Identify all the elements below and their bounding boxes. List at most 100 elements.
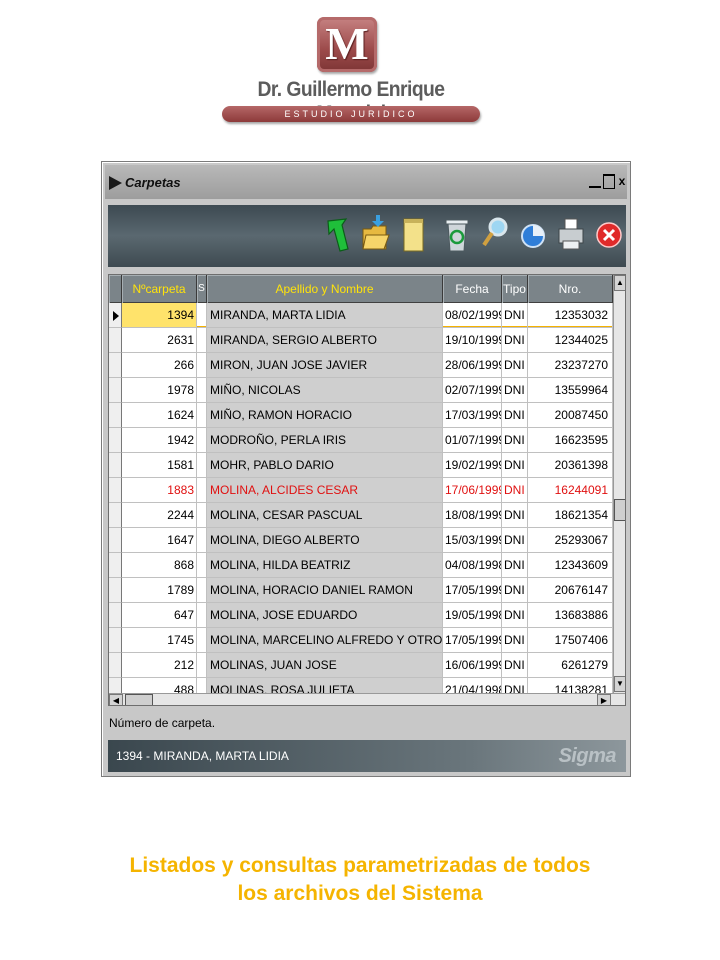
cell-apellido: MOLINAS, ROSA JULIETA (207, 678, 443, 693)
window-arrow-icon (109, 176, 122, 190)
cell-fecha: 01/07/1999 (443, 428, 502, 453)
scroll-left-icon[interactable]: ◀ (109, 694, 123, 705)
cell-numero: 488 (122, 678, 197, 693)
horizontal-scrollbar[interactable]: ◀ ▶ (109, 693, 625, 705)
logo-subtitle: ESTUDIO JURIDICO (222, 106, 480, 122)
cell-numero: 1624 (122, 403, 197, 428)
cell-s (197, 428, 207, 453)
scroll-down-icon[interactable]: ▼ (614, 676, 625, 692)
row-indicator (109, 678, 122, 693)
table-row[interactable]: 2631 MIRANDA, SERGIO ALBERTO 19/10/1999 DNI… (109, 328, 613, 353)
cell-fecha: 02/07/1999 (443, 378, 502, 403)
cell-documento: 12353032 (528, 303, 613, 328)
table-row[interactable]: 1624 MIÑO, RAMON HORACIO 17/03/1999 DNI 2008… (109, 403, 613, 428)
row-indicator (109, 378, 122, 403)
carpetas-grid[interactable]: Nºcarpeta S Apellido y Nombre Fecha Tipo… (108, 274, 626, 706)
maximize-button[interactable] (603, 174, 615, 189)
cell-fecha: 19/02/1999 (443, 453, 502, 478)
row-indicator (109, 403, 122, 428)
table-row[interactable]: 488 MOLINAS, ROSA JULIETA 21/04/1998 DNI 141… (109, 678, 613, 693)
cell-numero: 2631 (122, 328, 197, 353)
caption-line-1: Listados y consultas parametrizadas de t… (129, 854, 591, 877)
title-bar[interactable]: Carpetas x (105, 165, 627, 199)
go-arrow-icon[interactable] (322, 211, 352, 259)
table-row[interactable]: 1942 MODROÑO, PERLA IRIS 01/07/1999 DNI 1662… (109, 428, 613, 453)
cell-fecha: 17/05/1999 (443, 578, 502, 603)
cell-tipo: DNI (502, 353, 528, 378)
table-row[interactable]: 1883 MOLINA, ALCIDES CESAR 17/06/1999 DNI 16… (109, 478, 613, 503)
header-documento[interactable]: Nro. Documento (528, 275, 613, 324)
table-row[interactable]: 1789 MOLINA, HORACIO DANIEL RAMON 17/05/19… (109, 578, 613, 603)
horizontal-scroll-thumb[interactable] (125, 694, 153, 705)
row-indicator (109, 303, 122, 328)
table-row[interactable]: 1647 MOLINA, DIEGO ALBERTO 15/03/1999 DNI 25… (109, 528, 613, 553)
cell-s (197, 403, 207, 428)
row-indicator (109, 653, 122, 678)
row-indicator (109, 553, 122, 578)
cell-numero: 266 (122, 353, 197, 378)
cell-fecha: 17/06/1999 (443, 478, 502, 503)
cell-apellido: MODROÑO, PERLA IRIS (207, 428, 443, 453)
printer-icon[interactable] (556, 211, 586, 259)
cell-s (197, 578, 207, 603)
cell-tipo: DNI (502, 503, 528, 528)
cell-fecha: 21/04/1998 (443, 678, 502, 693)
table-row[interactable]: 212 MOLINAS, JUAN JOSE 16/06/1999 DNI 626127… (109, 653, 613, 678)
cell-apellido: MIRANDA, SERGIO ALBERTO (207, 328, 443, 353)
cell-apellido: MOLINA, MARCELINO ALFREDO Y OTRO (207, 628, 443, 653)
header-indicator (109, 275, 122, 303)
cell-fecha: 04/08/1998 (443, 553, 502, 578)
cell-fecha: 08/02/1999 (443, 303, 502, 328)
current-row-arrow-icon (113, 311, 119, 321)
header-s[interactable]: S (197, 275, 207, 303)
cell-numero: 1789 (122, 578, 197, 603)
cell-tipo: DNI (502, 603, 528, 628)
grid-rows: 1394 MIRANDA, MARTA LIDIA 08/02/1999 DNI 123… (109, 303, 613, 693)
header-fecha[interactable]: Fecha (443, 275, 502, 303)
table-row[interactable]: 868 MOLINA, HILDA BEATRIZ 04/08/1998 DNI 123… (109, 553, 613, 578)
scroll-up-icon[interactable]: ▲ (614, 275, 625, 291)
table-row[interactable]: 2244 MOLINA, CESAR PASCUAL 18/08/1999 DNI 18… (109, 503, 613, 528)
table-row[interactable]: 1745 MOLINA, MARCELINO ALFREDO Y OTRO 17/0… (109, 628, 613, 653)
header-apellido[interactable]: Apellido y Nombre (207, 275, 443, 303)
cell-tipo: DNI (502, 628, 528, 653)
notepad-icon[interactable] (398, 211, 428, 259)
scroll-right-icon[interactable]: ▶ (597, 694, 611, 705)
open-folder-icon[interactable] (360, 211, 390, 259)
cell-s (197, 678, 207, 693)
header-tipo[interactable]: Tipo (502, 275, 528, 303)
cell-tipo: DNI (502, 653, 528, 678)
cell-numero: 1581 (122, 453, 197, 478)
table-row[interactable]: 1581 MOHR, PABLO DARIO 19/02/1999 DNI 203613… (109, 453, 613, 478)
close-icon[interactable] (594, 211, 624, 259)
header-numero[interactable]: Nºcarpeta (122, 275, 197, 303)
cell-s (197, 328, 207, 353)
table-row[interactable]: 266 MIRON, JUAN JOSE JAVIER 28/06/1999 DNI 2… (109, 353, 613, 378)
recycle-bin-icon[interactable] (442, 211, 472, 259)
cell-documento: 13559964 (528, 378, 613, 403)
chart-icon[interactable] (518, 211, 548, 259)
vertical-scroll-thumb[interactable] (614, 499, 625, 521)
search-icon[interactable] (480, 211, 510, 259)
logo-mark: M (317, 17, 377, 72)
cell-numero: 2244 (122, 503, 197, 528)
cell-fecha: 17/03/1999 (443, 403, 502, 428)
cell-tipo: DNI (502, 453, 528, 478)
cell-s (197, 353, 207, 378)
cell-apellido: MOLINA, HILDA BEATRIZ (207, 553, 443, 578)
cell-apellido: MOLINA, JOSE EDUARDO (207, 603, 443, 628)
table-row[interactable]: 1394 MIRANDA, MARTA LIDIA 08/02/1999 DNI 123… (109, 303, 613, 328)
cell-tipo: DNI (502, 478, 528, 503)
vertical-scrollbar[interactable]: ▲ ▼ (613, 275, 625, 693)
close-window-button[interactable]: x (616, 174, 628, 189)
cell-tipo: DNI (502, 378, 528, 403)
minimize-button[interactable] (589, 174, 601, 188)
table-row[interactable]: 647 MOLINA, JOSE EDUARDO 19/05/1998 DNI 1368… (109, 603, 613, 628)
table-row[interactable]: 1978 MIÑO, NICOLAS 02/07/1999 DNI 13559964 (109, 378, 613, 403)
cell-documento: 20676147 (528, 578, 613, 603)
cell-tipo: DNI (502, 403, 528, 428)
cell-apellido: MOLINA, ALCIDES CESAR (207, 478, 443, 503)
row-indicator (109, 528, 122, 553)
cell-documento: 20087450 (528, 403, 613, 428)
cell-apellido: MOLINA, HORACIO DANIEL RAMON (207, 578, 443, 603)
